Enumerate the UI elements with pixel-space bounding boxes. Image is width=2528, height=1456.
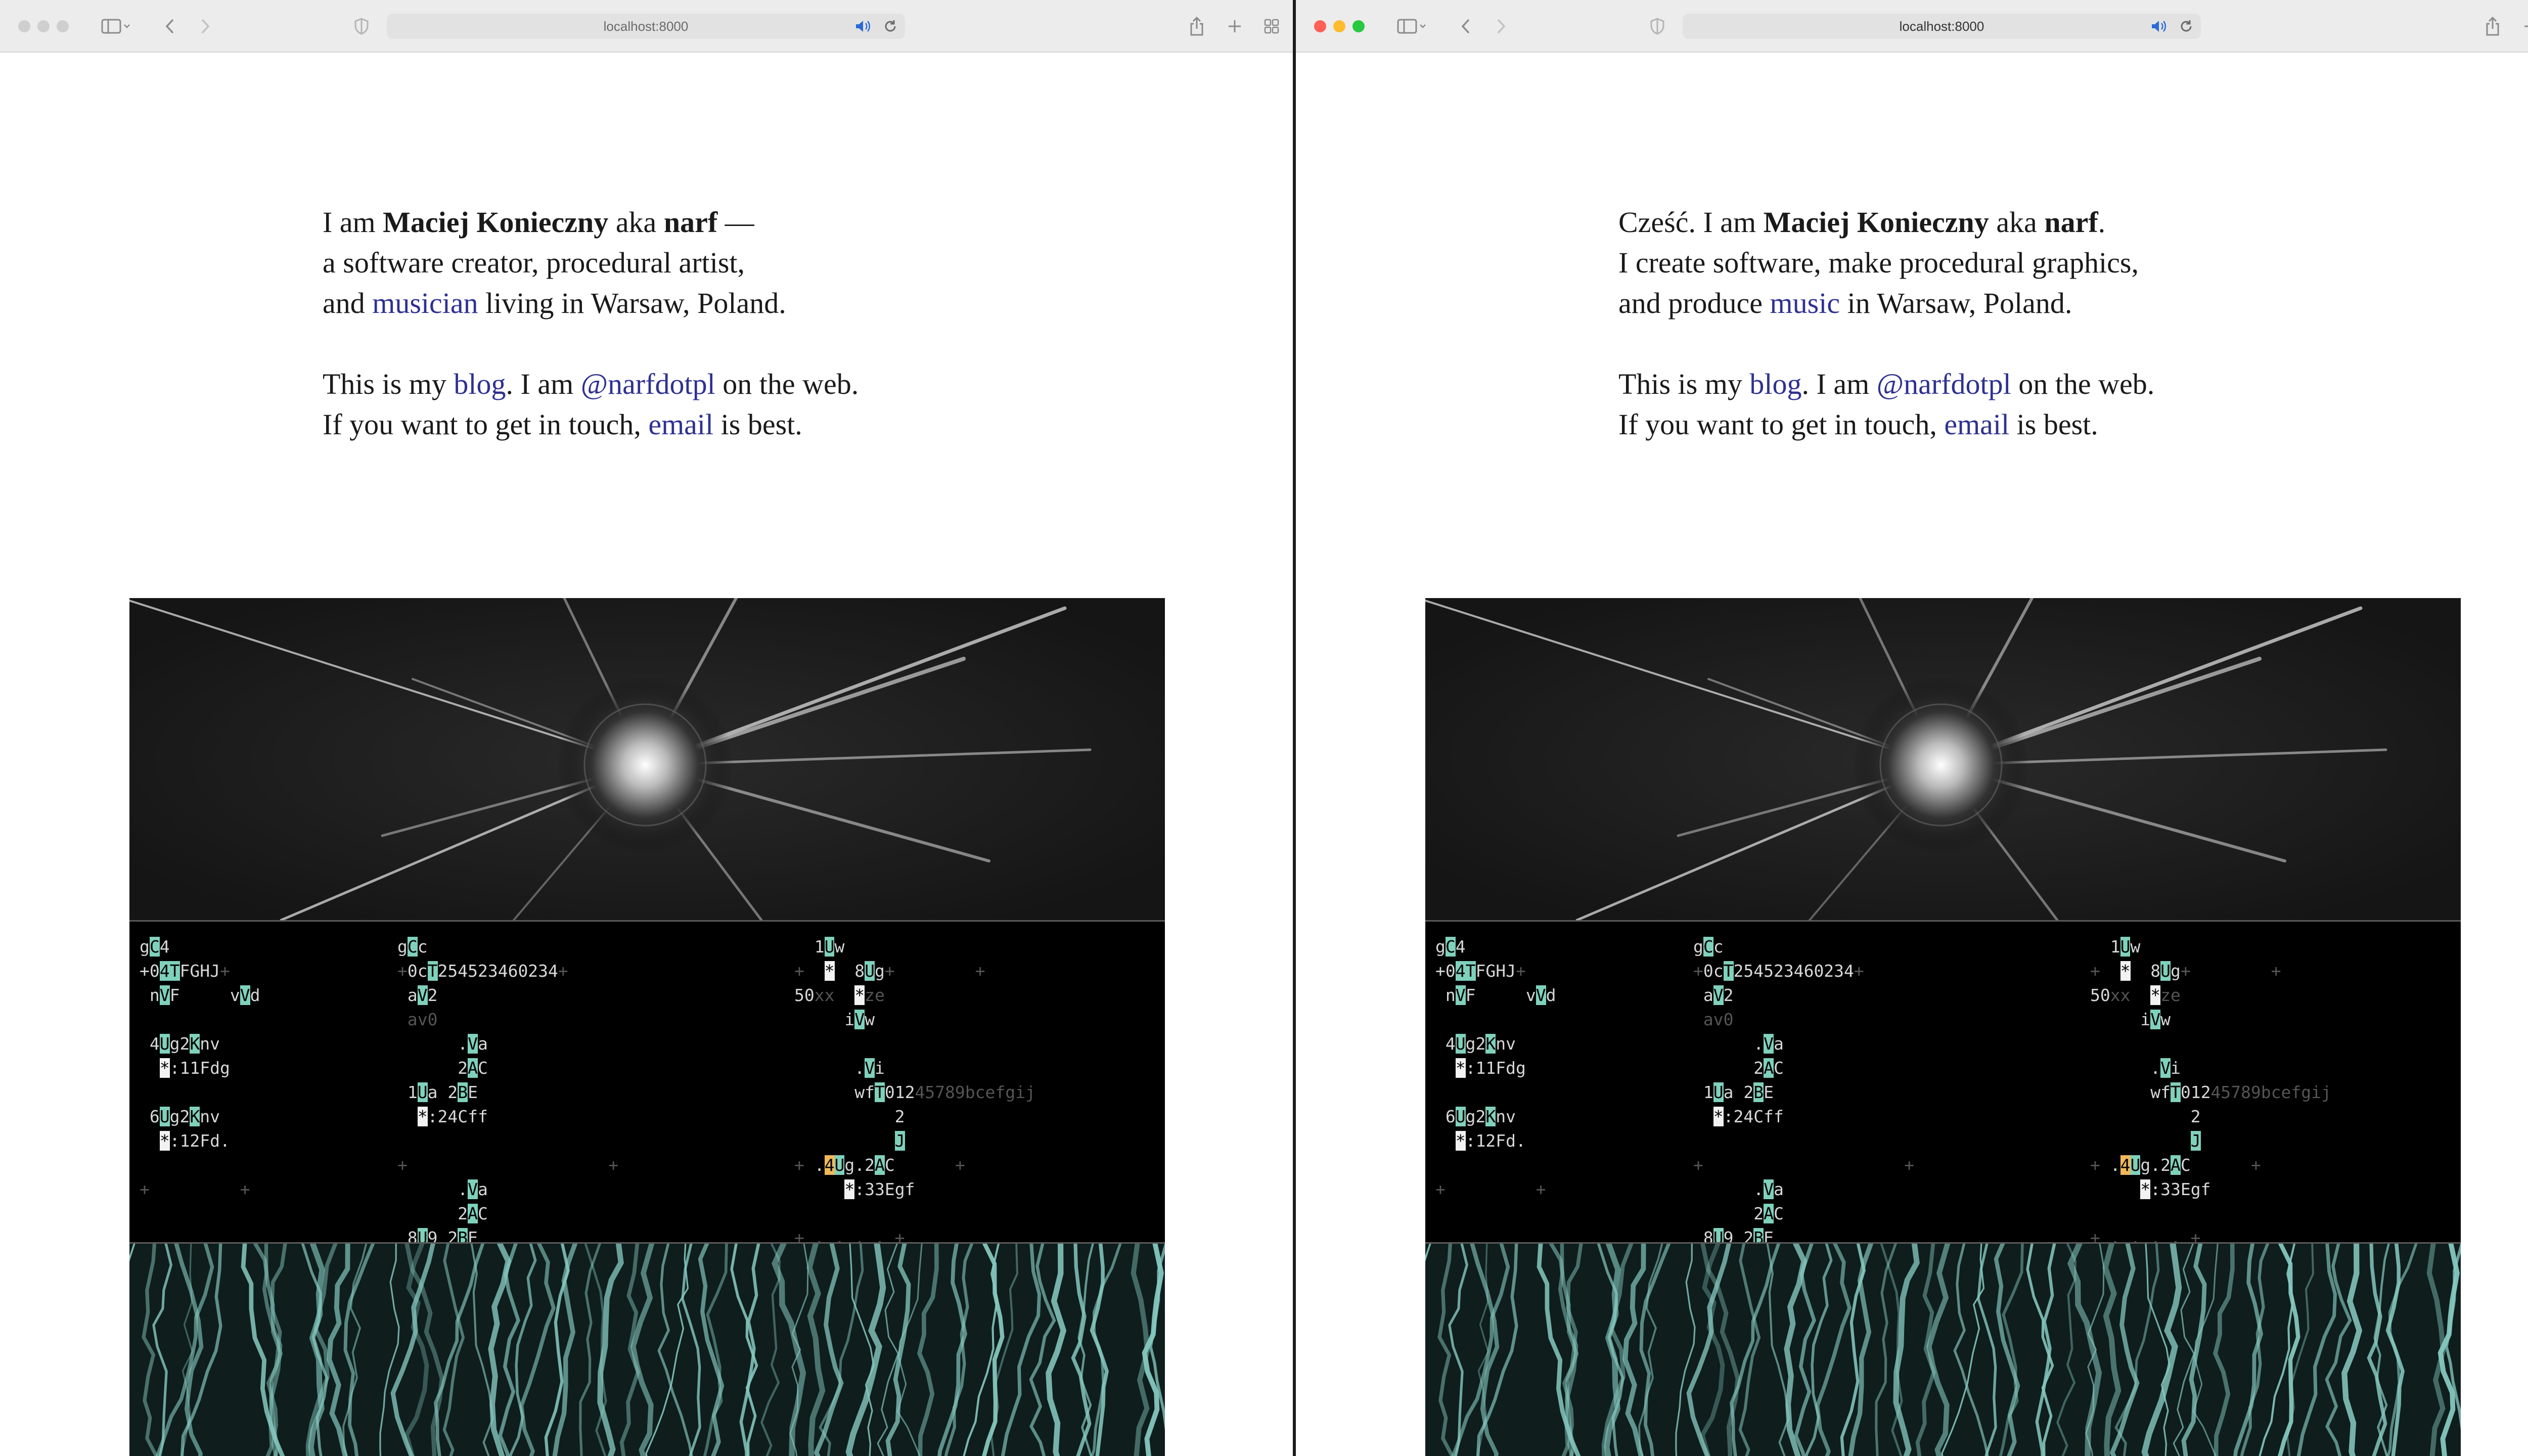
- browser-window-right: localhost:8000 Cześć. I am Maciej Koniec…: [1296, 0, 2528, 1456]
- contact-paragraph: This is my blog. I am @narfdotpl on the …: [1618, 368, 2155, 441]
- blog-link[interactable]: blog: [1749, 368, 1801, 400]
- nickname: narf: [2044, 206, 2098, 239]
- orca-column-1: gC4 +04TFGHJ+ nVF vVd 4Ug2Knv *:11Fdg 6U…: [140, 937, 260, 1199]
- orca-column-2: gCc +0cT254523460234+ aV2 av0 .Va 2AC 1U…: [1693, 935, 1914, 1242]
- window-controls: [1314, 20, 1365, 32]
- url-text: localhost:8000: [1899, 19, 1984, 34]
- sidebar-icon[interactable]: [1394, 16, 1430, 36]
- handle-link[interactable]: @narfdotpl: [1877, 368, 2011, 400]
- glass-burst-artwork: [129, 598, 1165, 920]
- glass-burst-artwork: [1425, 598, 2461, 920]
- reload-icon[interactable]: [2179, 14, 2194, 39]
- minimize-window-button[interactable]: [1333, 20, 1345, 32]
- browser-toolbar: localhost:8000: [1296, 0, 2528, 53]
- zoom-window-button[interactable]: [57, 20, 69, 32]
- shield-icon[interactable]: [1647, 16, 1667, 36]
- close-window-button[interactable]: [1314, 20, 1326, 32]
- author-name: Maciej Konieczny: [1763, 206, 1989, 239]
- reload-icon[interactable]: [883, 14, 898, 39]
- procedural-art-showcase: gC4 +04TFGHJ+ nVF vVd 4Ug2Knv *:11Fdg 6U…: [1425, 598, 2461, 1456]
- address-bar[interactable]: localhost:8000: [1683, 14, 2201, 39]
- back-icon[interactable]: [1456, 16, 1476, 36]
- author-name: Maciej Konieczny: [383, 206, 609, 239]
- orca-sequencer-artwork: gC4 +04TFGHJ+ nVF vVd 4Ug2Knv *:11Fdg 6U…: [129, 920, 1165, 1244]
- orca-column-3: 1Uw + * 8Ug+ + 50xx *ze iVw .Vi wfT01245…: [2090, 937, 2331, 1244]
- email-link[interactable]: email: [648, 408, 713, 441]
- browser-window-left: localhost:8000 I am Maciej Konieczny aka…: [0, 0, 1293, 1456]
- bio-paragraph: Cześć. I am Maciej Konieczny aka narf. I…: [1618, 206, 2139, 320]
- orca-column-1: gC4 +04TFGHJ+ nVF vVd 4Ug2Knv *:11Fdg 6U…: [1435, 937, 1556, 1199]
- plus-icon[interactable]: [1225, 16, 1245, 36]
- forward-icon[interactable]: [195, 16, 215, 36]
- bark-texture-artwork: [1425, 1244, 2461, 1456]
- share-icon[interactable]: [1187, 16, 1207, 36]
- orca-column-2: gCc +0cT254523460234+ aV2 av0 .Va 2AC 1U…: [397, 935, 618, 1242]
- procedural-art-showcase: gC4 +04TFGHJ+ nVF vVd 4Ug2Knv *:11Fdg 6U…: [129, 598, 1165, 1456]
- orca-column-3: 1Uw + * 8Ug+ + 50xx *ze iVw .Vi wfT01245…: [794, 937, 1035, 1244]
- handle-link[interactable]: @narfdotpl: [581, 368, 715, 400]
- tab-overview-icon[interactable]: [1261, 16, 1282, 36]
- forward-icon[interactable]: [1491, 16, 1511, 36]
- intro-text: Cześć. I am Maciej Konieczny aka narf. I…: [1618, 202, 2154, 485]
- share-icon[interactable]: [2482, 16, 2503, 36]
- bio-paragraph: I am Maciej Konieczny aka narf — a softw…: [323, 206, 786, 320]
- bark-texture-artwork: [129, 1244, 1165, 1456]
- sidebar-icon[interactable]: [99, 16, 134, 36]
- orca-sequencer-artwork: gC4 +04TFGHJ+ nVF vVd 4Ug2Knv *:11Fdg 6U…: [1425, 920, 2461, 1244]
- speaker-icon[interactable]: [2150, 14, 2168, 39]
- music-link[interactable]: musician: [372, 287, 478, 320]
- shield-icon[interactable]: [351, 16, 372, 36]
- plus-icon[interactable]: [2520, 16, 2528, 36]
- contact-paragraph: This is my blog. I am @narfdotpl on the …: [323, 368, 859, 441]
- browser-toolbar: localhost:8000: [0, 0, 1293, 53]
- url-text: localhost:8000: [603, 19, 689, 34]
- blog-link[interactable]: blog: [454, 368, 506, 400]
- nickname: narf: [663, 206, 718, 239]
- window-controls: [18, 20, 69, 32]
- zoom-window-button[interactable]: [1352, 20, 1365, 32]
- speaker-icon[interactable]: [854, 14, 872, 39]
- intro-text: I am Maciej Konieczny aka narf — a softw…: [323, 202, 859, 485]
- back-icon[interactable]: [160, 16, 180, 36]
- email-link[interactable]: email: [1944, 408, 2009, 441]
- address-bar[interactable]: localhost:8000: [387, 14, 905, 39]
- minimize-window-button[interactable]: [37, 20, 50, 32]
- close-window-button[interactable]: [18, 20, 30, 32]
- music-link[interactable]: music: [1770, 287, 1840, 320]
